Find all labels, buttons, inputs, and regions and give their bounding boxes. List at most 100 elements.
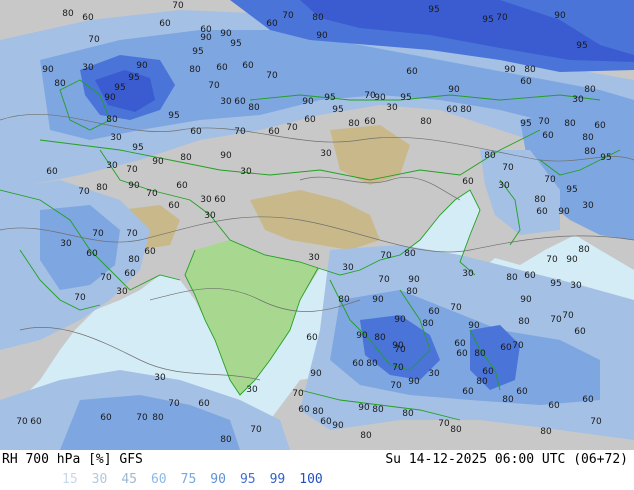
contour-label: 90 bbox=[468, 321, 480, 331]
footer-bar: RH 700 hPa [%] GFS Su 14-12-2025 06:00 U… bbox=[0, 450, 634, 490]
contour-label: 30 bbox=[116, 287, 128, 297]
contour-label: 90 bbox=[372, 295, 384, 305]
contour-label: 80 bbox=[540, 427, 552, 437]
contour-label: 60 bbox=[198, 399, 210, 409]
contour-label: 30 bbox=[60, 239, 72, 249]
contour-label: 90 bbox=[356, 331, 368, 341]
contour-label: 30 bbox=[200, 195, 212, 205]
contour-label: 80 bbox=[62, 9, 74, 19]
legend-item: 60 bbox=[150, 472, 167, 487]
contour-label: 60 bbox=[352, 359, 364, 369]
legend-item: 45 bbox=[121, 472, 137, 487]
contour-label: 60 bbox=[304, 115, 316, 125]
contour-label: 80 bbox=[248, 103, 260, 113]
contour-label: 70 bbox=[378, 275, 390, 285]
contour-label: 80 bbox=[128, 255, 140, 265]
contour-label: 70 bbox=[590, 417, 602, 427]
contour-label: 70 bbox=[550, 315, 562, 325]
contour-label: 60 bbox=[574, 327, 586, 337]
contour-label: 30 bbox=[320, 149, 332, 159]
contour-label: 30 bbox=[498, 181, 510, 191]
legend-item: 95 bbox=[239, 472, 256, 487]
contour-label: 80 bbox=[502, 395, 514, 405]
contour-label: 60 bbox=[406, 67, 418, 77]
contour-label: 90 bbox=[566, 255, 578, 265]
contour-label: 30 bbox=[106, 161, 118, 171]
contour-label: 80 bbox=[348, 119, 360, 129]
contour-label: 80 bbox=[578, 245, 590, 255]
contour-label: 90 bbox=[152, 157, 164, 167]
contour-label: 90 bbox=[42, 65, 54, 75]
contour-label: 60 bbox=[320, 417, 332, 427]
legend-item: 99 bbox=[269, 472, 286, 487]
contour-label: 95 bbox=[400, 93, 411, 103]
contour-label: 80 bbox=[360, 431, 372, 441]
contour-label: 80 bbox=[374, 333, 386, 343]
contour-label: 60 bbox=[524, 271, 536, 281]
contour-label: 70 bbox=[234, 127, 246, 137]
contour-label: 30 bbox=[204, 211, 216, 221]
contour-label: 70 bbox=[250, 425, 262, 435]
contour-label: 60 bbox=[82, 13, 94, 23]
contour-label: 70 bbox=[92, 229, 104, 239]
contour-label: 95 bbox=[168, 111, 179, 121]
contour-label: 60 bbox=[86, 249, 98, 259]
contour-label: 95 bbox=[566, 185, 577, 195]
contour-label: 70 bbox=[562, 311, 574, 321]
contour-label: 60 bbox=[268, 127, 280, 137]
contour-label: 60 bbox=[242, 61, 254, 71]
contour-label: 90 bbox=[302, 97, 314, 107]
contour-label: 60 bbox=[298, 405, 310, 415]
contour-label: 80 bbox=[338, 295, 350, 305]
contour-label: 70 bbox=[126, 229, 138, 239]
contour-label: 60 bbox=[536, 207, 548, 217]
contour-label: 80 bbox=[406, 287, 418, 297]
contour-label: 80 bbox=[312, 407, 324, 417]
contour-label: 70 bbox=[292, 389, 304, 399]
contour-label: 70 bbox=[538, 117, 550, 127]
contour-label: 70 bbox=[282, 11, 294, 21]
contour-label: 95 bbox=[520, 119, 531, 129]
contour-label: 60 bbox=[30, 417, 42, 427]
contour-label: 70 bbox=[392, 363, 404, 373]
contour-label: 60 bbox=[462, 387, 474, 397]
contour-label: 60 bbox=[594, 121, 606, 131]
contour-label: 60 bbox=[454, 339, 466, 349]
contour-label: 95 bbox=[324, 93, 335, 103]
contour-label: 60 bbox=[542, 131, 554, 141]
legend-item: 30 bbox=[91, 472, 108, 487]
contour-label: 80 bbox=[476, 377, 488, 387]
contour-label: 90 bbox=[408, 377, 420, 387]
contour-label: 90 bbox=[394, 315, 406, 325]
contour-label: 60 bbox=[214, 195, 226, 205]
contour-label: 80 bbox=[484, 151, 496, 161]
contour-label: 80 bbox=[524, 65, 536, 75]
contour-label: 90 bbox=[358, 403, 370, 413]
contour-label: 95 bbox=[192, 47, 203, 57]
contour-label: 60 bbox=[456, 349, 468, 359]
legend-item: 90 bbox=[210, 472, 226, 487]
contour-label: 60 bbox=[364, 117, 376, 127]
contour-label: 60 bbox=[100, 413, 112, 423]
contour-label: 60 bbox=[46, 167, 58, 177]
contour-label: 30 bbox=[240, 167, 252, 177]
contour-label: 80 bbox=[584, 85, 596, 95]
contour-label: 90 bbox=[104, 93, 116, 103]
contour-label: 80 bbox=[106, 115, 118, 125]
contour-label: 80 bbox=[402, 409, 414, 419]
contour-label: 60 bbox=[500, 343, 512, 353]
contour-label: 95 bbox=[332, 105, 343, 115]
contour-label: 70 bbox=[502, 163, 514, 173]
contour-label: 95 bbox=[550, 279, 561, 289]
contour-label: 80 bbox=[460, 105, 472, 115]
contour-label: 30 bbox=[570, 281, 582, 291]
contour-label: 90 bbox=[554, 11, 566, 21]
legend-item: 15 bbox=[62, 472, 78, 487]
contour-label: 70 bbox=[100, 273, 112, 283]
contour-label: 70 bbox=[496, 13, 508, 23]
contour-label: 70 bbox=[168, 399, 180, 409]
contour-label: 80 bbox=[366, 359, 378, 369]
contour-label: 70 bbox=[74, 293, 86, 303]
contour-label: 30 bbox=[110, 133, 122, 143]
contour-label: 90 bbox=[504, 65, 516, 75]
